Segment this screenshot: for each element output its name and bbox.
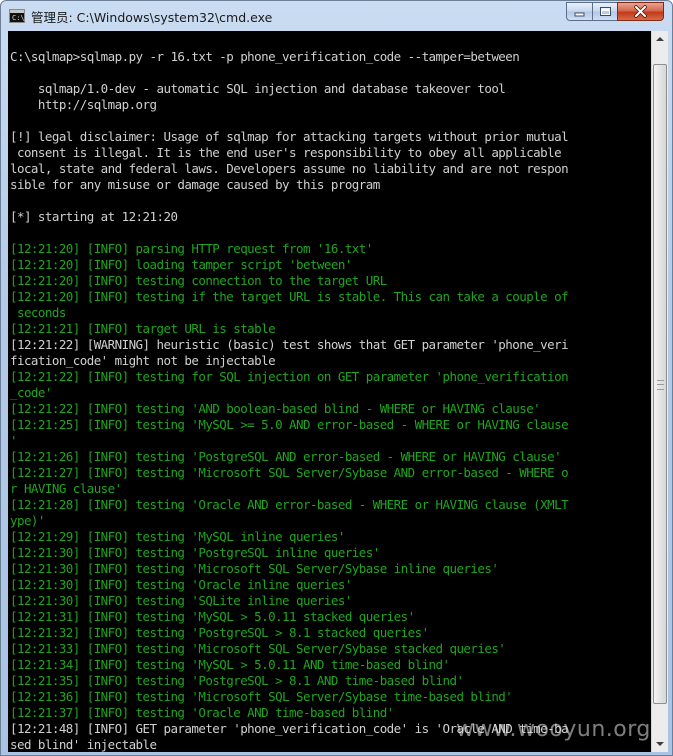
scroll-up-arrow-icon	[656, 37, 664, 41]
console-line: [12:21:28] [INFO] testing 'Oracle AND er…	[10, 497, 569, 512]
title-bar[interactable]: C:\ 管理员: C:\Windows\system32\cmd.exe	[1, 1, 672, 31]
console-line: [12:21:36] [INFO] testing 'Microsoft SQL…	[10, 689, 513, 704]
console-lines: C:\sqlmap>sqlmap.py -r 16.txt -p phone_v…	[10, 49, 569, 752]
cmd-window: C:\ 管理员: C:\Windows\system32\cmd.exe C:\…	[0, 0, 673, 756]
console-line: [12:21:25] [INFO] testing 'MySQL >= 5.0 …	[10, 417, 569, 432]
console-line: [12:21:26] [INFO] testing 'PostgreSQL AN…	[10, 449, 562, 464]
console-line: C:\sqlmap>sqlmap.py -r 16.txt -p phone_v…	[10, 49, 520, 64]
console-line: [12:21:30] [INFO] testing 'PostgreSQL in…	[10, 545, 380, 560]
console-line: [12:21:30] [INFO] testing 'Oracle inline…	[10, 577, 352, 592]
console-line: local, state and federal laws. Developer…	[10, 161, 569, 176]
vertical-scrollbar[interactable]	[651, 31, 668, 752]
console-line: [12:21:33] [INFO] testing 'Microsoft SQL…	[10, 641, 506, 656]
console-line: [12:21:34] [INFO] testing 'MySQL > 5.0.1…	[10, 657, 450, 672]
console-line: [12:21:30] [INFO] testing 'SQLite inline…	[10, 593, 352, 608]
cmd-app-icon-label: C:\	[12, 14, 25, 22]
console-line: [12:21:20] [INFO] loading tamper script …	[10, 257, 352, 272]
scroll-down-arrow-icon	[656, 742, 664, 746]
console-line: [*] starting at 12:21:20	[10, 209, 178, 224]
console-line: fication_code' might not be injectable	[10, 353, 276, 368]
console-line: [12:21:22] [WARNING] heuristic (basic) t…	[10, 337, 569, 352]
window-title: 管理员: C:\Windows\system32\cmd.exe	[31, 10, 273, 25]
maximize-icon	[600, 7, 611, 16]
console-line: [12:21:30] [INFO] testing 'Microsoft SQL…	[10, 561, 499, 576]
minimize-icon	[574, 12, 585, 17]
scrollbar-thumb[interactable]	[653, 64, 667, 704]
close-icon	[634, 5, 647, 18]
console-line: [12:21:27] [INFO] testing 'Microsoft SQL…	[10, 465, 569, 480]
scroll-up-button[interactable]	[652, 31, 668, 48]
console-line: http://sqlmap.org	[10, 97, 157, 112]
console-line: sqlmap/1.0-dev - automatic SQL injection…	[10, 81, 506, 96]
console-line: _code'	[10, 385, 52, 400]
cmd-app-icon[interactable]: C:\	[9, 9, 25, 23]
scroll-down-button[interactable]	[652, 735, 668, 752]
console-output[interactable]: C:\sqlmap>sqlmap.py -r 16.txt -p phone_v…	[8, 31, 651, 752]
console-line: [12:21:20] [INFO] testing if the target …	[10, 289, 569, 304]
console-line: [12:21:35] [INFO] testing 'PostgreSQL > …	[10, 673, 464, 688]
console-line: [12:21:22] [INFO] testing for SQL inject…	[10, 369, 569, 384]
console-line: [12:21:21] [INFO] target URL is stable	[10, 321, 276, 336]
console-line: [12:21:32] [INFO] testing 'PostgreSQL > …	[10, 625, 429, 640]
console-line: [12:21:31] [INFO] testing 'MySQL > 5.0.1…	[10, 609, 415, 624]
console-line: [12:21:20] [INFO] parsing HTTP request f…	[10, 241, 373, 256]
minimize-button[interactable]	[566, 2, 593, 21]
console-line: [12:21:20] [INFO] testing connection to …	[10, 273, 387, 288]
console-line: sible for any misuse or damage caused by…	[10, 177, 380, 192]
console-line: consent is illegal. It is the end user's…	[10, 145, 562, 160]
maximize-button[interactable]	[592, 2, 618, 21]
console-line: [12:21:29] [INFO] testing 'MySQL inline …	[10, 529, 345, 544]
console-line: ype)'	[10, 513, 45, 528]
console-line: '	[10, 433, 18, 448]
scrollbar-grip-icon	[657, 380, 664, 390]
console-line: [!] legal disclaimer: Usage of sqlmap fo…	[10, 129, 569, 144]
watermark: www.wooyun.org	[456, 717, 651, 742]
console-line: r HAVING clause'	[10, 481, 122, 496]
close-button[interactable]	[617, 2, 664, 21]
console-line: [12:21:22] [INFO] testing 'AND boolean-b…	[10, 401, 541, 416]
console-line: seconds	[10, 305, 66, 320]
